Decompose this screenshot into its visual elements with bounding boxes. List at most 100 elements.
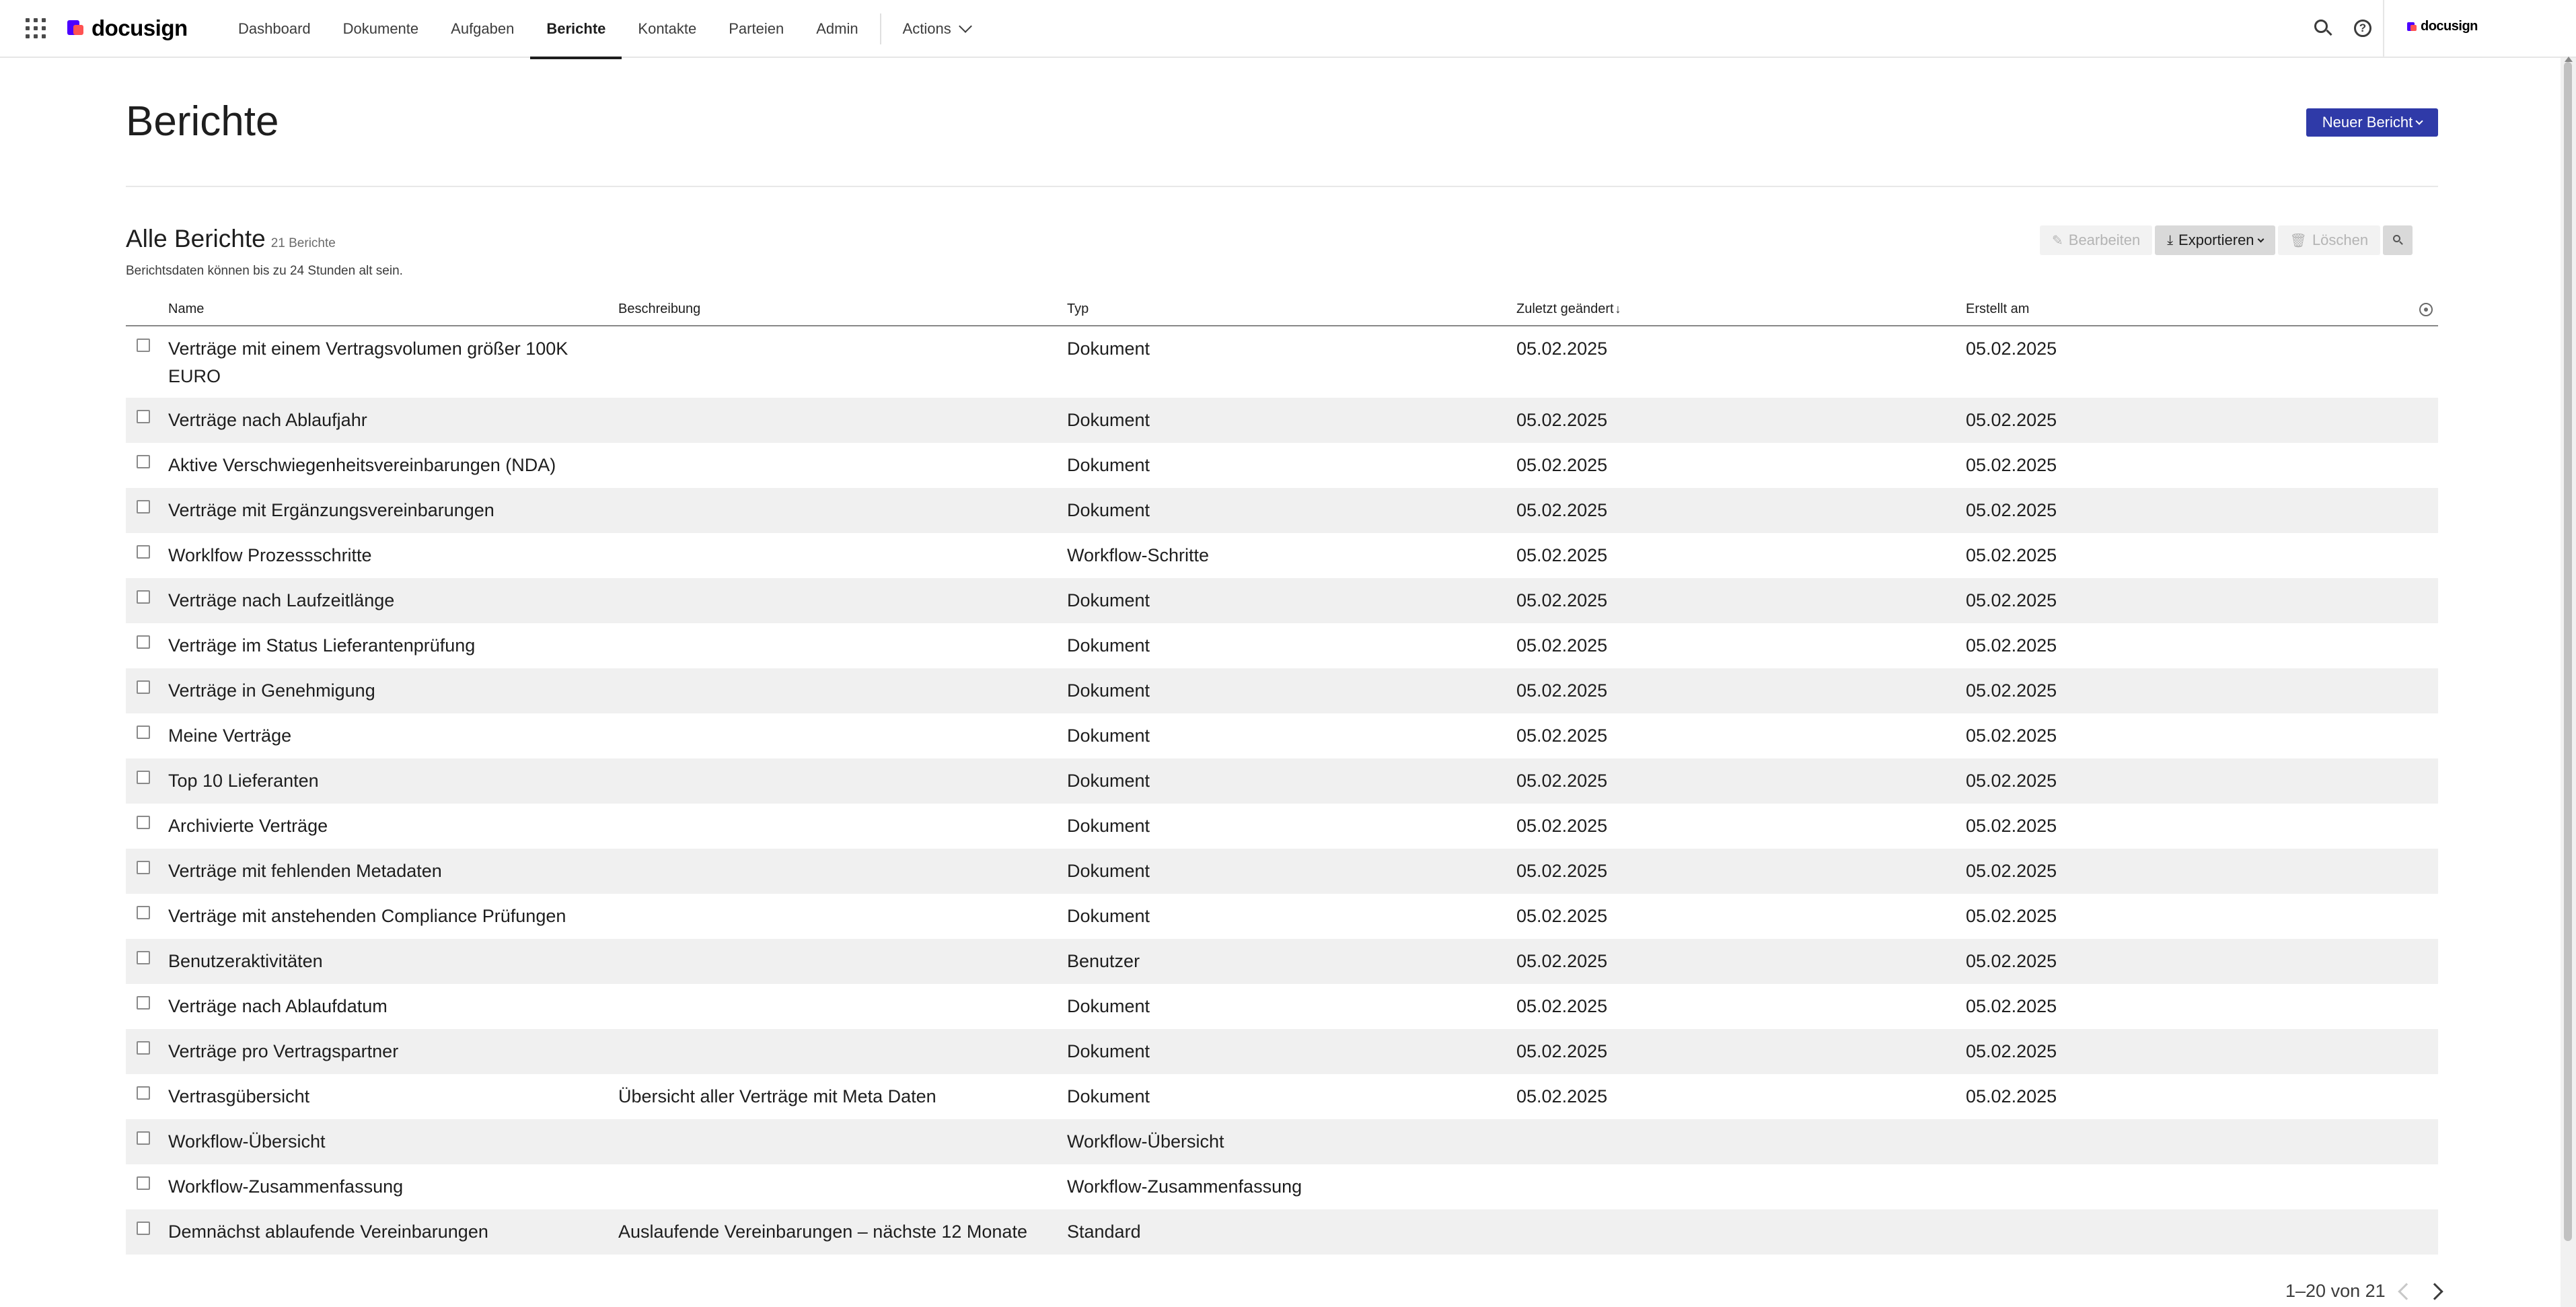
app-switcher-icon[interactable] <box>26 18 46 38</box>
table-row[interactable]: Vertrasgübersicht Übersicht aller Verträg… <box>126 1074 2438 1119</box>
report-name-link[interactable]: Verträge mit einem Vertragsvolumen größe… <box>168 335 599 390</box>
report-description: Auslaufende Vereinbarungen – nächste 12 … <box>618 1222 1027 1242</box>
row-checkbox[interactable] <box>137 1222 150 1235</box>
table-row[interactable]: Demnächst ablaufende Vereinbarungen Ausla… <box>126 1209 2438 1255</box>
nav-admin[interactable]: Admin <box>800 0 874 58</box>
report-name-link[interactable]: Vertrasgübersicht <box>168 1083 599 1110</box>
report-created-date: 05.02.2025 <box>1966 1041 2057 1061</box>
row-checkbox[interactable] <box>137 455 150 468</box>
sort-descending-icon: ↓ <box>1615 302 1621 316</box>
row-checkbox[interactable] <box>137 410 150 423</box>
table-row[interactable]: Workflow-Zusammenfassung Workflow-Zusamme… <box>126 1164 2438 1209</box>
report-name-link[interactable]: Benutzeraktivitäten <box>168 948 599 975</box>
report-name-link[interactable]: Aktive Verschwiegenheitsvereinbarungen (… <box>168 452 599 479</box>
report-created-date: 05.02.2025 <box>1966 680 2057 701</box>
report-name-link[interactable]: Workflow-Übersicht <box>168 1128 599 1156</box>
table-row[interactable]: Worklfow Prozessschritte Workflow-Schritt… <box>126 533 2438 578</box>
table-row[interactable]: Verträge mit fehlenden Metadaten Dokument… <box>126 849 2438 894</box>
account-label: docusign <box>2421 19 2478 34</box>
report-name-link[interactable]: Workflow-Zusammenfassung <box>168 1173 599 1201</box>
table-row[interactable]: Verträge im Status Lieferantenprüfung Dok… <box>126 623 2438 668</box>
next-page-icon[interactable] <box>2425 1282 2443 1300</box>
report-name-link[interactable]: Demnächst ablaufende Vereinbarungen <box>168 1218 599 1246</box>
row-checkbox[interactable] <box>137 545 150 559</box>
table-row[interactable]: Verträge mit anstehenden Compliance Prüf… <box>126 894 2438 939</box>
report-type: Dokument <box>1067 455 1150 475</box>
table-row[interactable]: Verträge nach Ablaufjahr Dokument 05.02.20… <box>126 398 2438 443</box>
previous-page-icon[interactable] <box>2397 1282 2415 1300</box>
row-checkbox[interactable] <box>137 1176 150 1190</box>
row-checkbox[interactable] <box>137 1041 150 1055</box>
row-checkbox[interactable] <box>137 771 150 784</box>
report-name-link[interactable]: Verträge pro Vertragspartner <box>168 1038 599 1065</box>
edit-button[interactable]: ✎ Bearbeiten <box>2040 225 2153 255</box>
nav-dokumente[interactable]: Dokumente <box>327 0 435 58</box>
column-header-description[interactable]: Beschreibung <box>618 302 700 317</box>
nav-aufgaben[interactable]: Aufgaben <box>435 0 530 58</box>
report-name-link[interactable]: Verträge mit fehlenden Metadaten <box>168 857 599 885</box>
report-name-link[interactable]: Verträge mit Ergänzungsvereinbarungen <box>168 497 599 524</box>
export-button[interactable]: ⤓ Exportieren <box>2155 225 2275 255</box>
row-checkbox[interactable] <box>137 726 150 739</box>
nav-kontakte[interactable]: Kontakte <box>622 0 712 58</box>
row-checkbox[interactable] <box>137 1131 150 1145</box>
scroll-up-arrow-icon[interactable] <box>2565 57 2573 62</box>
row-checkbox[interactable] <box>137 906 150 919</box>
table-row[interactable]: Verträge mit einem Vertragsvolumen größe… <box>126 326 2438 398</box>
table-row[interactable]: Workflow-Übersicht Workflow-Übersicht <box>126 1119 2438 1164</box>
report-name-link[interactable]: Top 10 Lieferanten <box>168 767 599 795</box>
search-icon[interactable] <box>2312 17 2334 39</box>
report-name-link[interactable]: Verträge nach Ablaufdatum <box>168 993 599 1020</box>
delete-button[interactable]: 🗑 Löschen <box>2277 225 2381 255</box>
row-checkbox[interactable] <box>137 1086 150 1100</box>
edit-label: Bearbeiten <box>2068 232 2141 248</box>
row-checkbox[interactable] <box>137 339 150 352</box>
table-row[interactable]: Verträge nach Laufzeitlänge Dokument 05.02… <box>126 578 2438 623</box>
nav-parteien[interactable]: Parteien <box>712 0 800 58</box>
row-checkbox[interactable] <box>137 590 150 604</box>
docusign-logo[interactable]: docusign <box>67 15 188 42</box>
column-settings-icon[interactable] <box>2419 303 2433 316</box>
row-checkbox[interactable] <box>137 861 150 874</box>
report-name-link[interactable]: Verträge nach Laufzeitlänge <box>168 587 599 614</box>
column-header-name[interactable]: Name <box>168 302 204 317</box>
table-row[interactable]: Verträge mit Ergänzungsvereinbarungen Dok… <box>126 488 2438 533</box>
column-header-modified[interactable]: Zuletzt geändert ↓ <box>1516 302 1621 317</box>
nav-berichte[interactable]: Berichte <box>530 0 622 59</box>
report-type: Dokument <box>1067 635 1150 656</box>
table-row[interactable]: Benutzeraktivitäten Benutzer 05.02.2025 05.… <box>126 939 2438 984</box>
report-name-link[interactable]: Verträge mit anstehenden Compliance Prüf… <box>168 903 599 930</box>
report-type: Dokument <box>1067 771 1150 791</box>
table-row[interactable]: Aktive Verschwiegenheitsvereinbarungen (… <box>126 443 2438 488</box>
help-icon[interactable]: ? <box>2354 20 2371 37</box>
report-name-link[interactable]: Worklfow Prozessschritte <box>168 542 599 569</box>
nav-dashboard[interactable]: Dashboard <box>222 0 327 58</box>
table-search-button[interactable] <box>2383 225 2413 255</box>
report-name-link[interactable]: Meine Verträge <box>168 722 599 750</box>
table-row[interactable]: Verträge in Genehmigung Dokument 05.02.202… <box>126 668 2438 713</box>
new-report-button[interactable]: Neuer Bericht <box>2306 108 2438 137</box>
report-modified-date: 05.02.2025 <box>1516 590 1608 610</box>
page-scrollbar[interactable] <box>2561 57 2576 1307</box>
row-checkbox[interactable] <box>137 816 150 829</box>
column-header-created[interactable]: Erstellt am <box>1966 302 2029 317</box>
column-header-type[interactable]: Typ <box>1067 302 1089 317</box>
row-checkbox[interactable] <box>137 996 150 1010</box>
scrollbar-thumb[interactable] <box>2564 62 2572 1241</box>
report-name-link[interactable]: Verträge in Genehmigung <box>168 677 599 705</box>
report-name-link[interactable]: Verträge nach Ablaufjahr <box>168 407 599 434</box>
row-checkbox[interactable] <box>137 500 150 514</box>
table-row[interactable]: Meine Verträge Dokument 05.02.2025 05.02.20… <box>126 713 2438 758</box>
row-checkbox[interactable] <box>137 635 150 649</box>
account-menu[interactable]: docusign <box>2407 19 2478 34</box>
table-row[interactable]: Verträge pro Vertragspartner Dokument 05.0… <box>126 1029 2438 1074</box>
nav-actions-menu[interactable]: Actions <box>887 0 986 58</box>
row-checkbox[interactable] <box>137 951 150 964</box>
table-row[interactable]: Top 10 Lieferanten Dokument 05.02.2025 05.0… <box>126 758 2438 804</box>
table-row[interactable]: Archivierte Verträge Dokument 05.02.2025 05… <box>126 804 2438 849</box>
row-checkbox[interactable] <box>137 680 150 694</box>
table-row[interactable]: Verträge nach Ablaufdatum Dokument 05.02.2… <box>126 984 2438 1029</box>
report-name-link[interactable]: Archivierte Verträge <box>168 812 599 840</box>
report-type: Dokument <box>1067 861 1150 881</box>
report-name-link[interactable]: Verträge im Status Lieferantenprüfung <box>168 632 599 660</box>
